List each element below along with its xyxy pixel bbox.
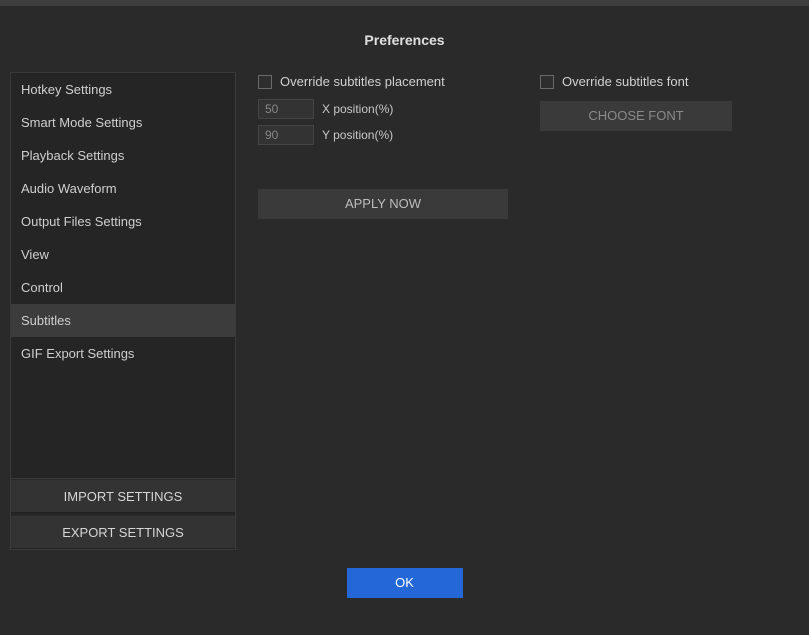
import-settings-button[interactable]: IMPORT SETTINGS — [11, 479, 235, 513]
sidebar-item-audio-waveform[interactable]: Audio Waveform — [11, 172, 235, 205]
sidebar-item-subtitles[interactable]: Subtitles — [11, 304, 235, 337]
sidebar-item-gif-export[interactable]: GIF Export Settings — [11, 337, 235, 370]
font-column: Override subtitles font CHOOSE FONT — [540, 74, 799, 550]
override-placement-row: Override subtitles placement — [258, 74, 516, 89]
preferences-dialog: Preferences Hotkey Settings Smart Mode S… — [0, 6, 809, 608]
override-placement-label: Override subtitles placement — [280, 74, 445, 89]
dialog-footer: OK — [8, 550, 801, 598]
sidebar: Hotkey Settings Smart Mode Settings Play… — [10, 72, 236, 550]
override-font-checkbox[interactable] — [540, 75, 554, 89]
y-position-label: Y position(%) — [322, 128, 393, 142]
y-position-input[interactable] — [258, 125, 314, 145]
dialog-title: Preferences — [8, 6, 801, 72]
sidebar-item-smart-mode[interactable]: Smart Mode Settings — [11, 106, 235, 139]
ok-button[interactable]: OK — [347, 568, 463, 598]
y-position-row: Y position(%) — [258, 125, 516, 145]
override-placement-checkbox[interactable] — [258, 75, 272, 89]
x-position-row: X position(%) — [258, 99, 516, 119]
main-panel: Override subtitles placement X position(… — [258, 72, 799, 550]
apply-now-button[interactable]: APPLY NOW — [258, 189, 508, 219]
dialog-content: Hotkey Settings Smart Mode Settings Play… — [8, 72, 801, 550]
sidebar-item-hotkey[interactable]: Hotkey Settings — [11, 73, 235, 106]
sidebar-item-view[interactable]: View — [11, 238, 235, 271]
x-position-input[interactable] — [258, 99, 314, 119]
sidebar-nav: Hotkey Settings Smart Mode Settings Play… — [11, 73, 235, 478]
sidebar-item-playback[interactable]: Playback Settings — [11, 139, 235, 172]
export-settings-button[interactable]: EXPORT SETTINGS — [11, 515, 235, 549]
sidebar-item-output-files[interactable]: Output Files Settings — [11, 205, 235, 238]
placement-column: Override subtitles placement X position(… — [258, 74, 516, 550]
x-position-label: X position(%) — [322, 102, 393, 116]
sidebar-item-control[interactable]: Control — [11, 271, 235, 304]
choose-font-button[interactable]: CHOOSE FONT — [540, 101, 732, 131]
override-font-row: Override subtitles font — [540, 74, 799, 89]
sidebar-buttons: IMPORT SETTINGS EXPORT SETTINGS — [11, 478, 235, 549]
override-font-label: Override subtitles font — [562, 74, 688, 89]
